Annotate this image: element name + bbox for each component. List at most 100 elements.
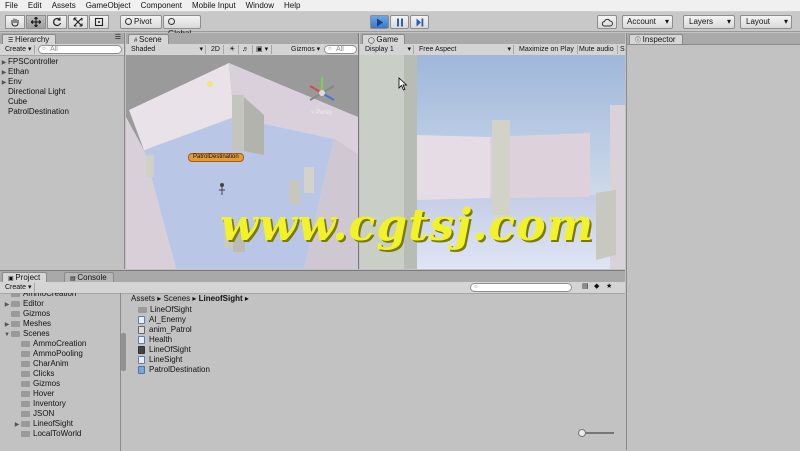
pivot-toggle[interactable]: Pivot [120,15,162,29]
scale-tool-button[interactable] [68,15,88,29]
file-item[interactable]: PatrolDestination [138,365,338,375]
rotate-tool-button[interactable] [47,15,67,29]
expand-arrow-icon[interactable]: ▶ [3,300,11,310]
breadcrumb-lineofsight[interactable]: LineofSight [199,294,243,303]
hierarchy-create-dropdown[interactable]: Create ▾ [2,45,36,54]
list-item-label: FPSController [8,57,59,66]
file-item-label: PatrolDestination [149,365,210,374]
file-item[interactable]: Health [138,335,338,345]
global-toggle[interactable]: Global [163,15,201,38]
menu-mobile-input[interactable]: Mobile Input [187,0,241,12]
folder-icon [21,390,30,397]
tree-item[interactable]: JSON [0,409,120,419]
tree-item[interactable]: Hover [0,389,120,399]
menu-component[interactable]: Component [136,0,187,12]
icon-size-slider-thumb[interactable] [578,429,586,437]
display-dropdown[interactable]: Display 1 ▾ [362,45,414,54]
menu-file[interactable]: File [0,0,23,12]
filter-by-label-icon[interactable]: ◆ [594,282,599,290]
tab-scene[interactable]: # Scene [128,34,169,44]
filter-by-type-icon[interactable]: ▤ [582,282,589,290]
speaker-icon: ♬ [242,46,249,53]
file-item[interactable]: LineOfSight [138,305,338,315]
breadcrumb-assets[interactable]: Assets [131,294,155,303]
tree-item[interactable]: ▶ Editor [0,299,120,309]
pause-button[interactable] [390,15,409,29]
tab-inspector[interactable]: ⓘ Inspector [629,34,683,44]
project-tab-label: Project [15,273,41,282]
panel-menu-icon[interactable]: ☰ [115,33,121,41]
list-item[interactable]: ▶ Env [0,77,124,87]
tree-item[interactable]: AmmoPooling [0,349,120,359]
tree-item[interactable]: ▶ Meshes [0,319,120,329]
expand-arrow-icon[interactable]: ▼ [3,330,11,340]
hierarchy-search-input[interactable]: All [38,45,122,54]
maximize-on-play-toggle[interactable]: Maximize on Play [516,45,578,54]
anim-file-icon [138,325,145,334]
list-item[interactable]: ▶ FPSController [0,57,124,67]
scene-search-input[interactable]: All [324,45,357,54]
hand-tool-button[interactable] [5,15,25,29]
breadcrumb-scenes[interactable]: Scenes [163,294,190,303]
tree-item[interactable]: Gizmos [0,379,120,389]
tree-item[interactable]: AmmoCreation [0,339,120,349]
aspect-label: Free Aspect [419,46,457,53]
tab-hierarchy[interactable]: ☰ Hierarchy [2,34,57,44]
project-search-input[interactable] [470,283,572,292]
mute-audio-toggle[interactable]: Mute audio [576,45,618,54]
effects-dropdown[interactable]: ▣ ▾ [253,45,273,54]
patrol-destination-label[interactable]: PatrolDestination [188,153,244,162]
layout-label: Layout [746,17,771,26]
file-item[interactable]: anim_Patrol [138,325,338,335]
step-button[interactable] [410,15,429,29]
tree-item-label: LineofSight [33,419,74,428]
file-item[interactable]: LineSight [138,355,338,365]
2d-toggle[interactable]: 2D [208,45,224,54]
aspect-dropdown[interactable]: Free Aspect ▾ [416,45,514,54]
project-create-dropdown[interactable]: Create ▾ [2,283,36,292]
tree-item[interactable]: CharAnim [0,359,120,369]
menu-gameobject[interactable]: GameObject [81,0,136,12]
menu-edit[interactable]: Edit [23,0,47,12]
file-item-label: LineSight [149,355,183,364]
play-button[interactable] [370,15,389,29]
tree-item[interactable]: LocalToWorld [0,429,120,439]
list-item[interactable]: Cube [0,97,124,107]
layers-label: Layers [689,17,714,26]
menu-help[interactable]: Help [279,0,305,12]
file-item[interactable]: AI_Enemy [138,315,338,325]
account-dropdown[interactable]: Account [622,15,673,29]
file-item[interactable]: LineOfSight [138,345,338,355]
tab-console[interactable]: ▤ Console [64,272,114,282]
tree-item[interactable]: ▼ Scenes [0,329,120,339]
lighting-toggle[interactable]: ☀ [226,45,240,54]
tree-item[interactable]: ▶ LineofSight [0,419,120,429]
tree-item[interactable]: Clicks [0,369,120,379]
tab-game[interactable]: ◯ Game [362,34,406,44]
rect-tool-button[interactable] [89,15,109,29]
list-item[interactable]: ▶ Ethan [0,67,124,77]
layout-dropdown[interactable]: Layout [740,15,792,29]
watermark-text: www.cgtsj.com [220,200,595,251]
menu-window[interactable]: Window [241,0,279,12]
tree-item[interactable]: Inventory [0,399,120,409]
tree-item[interactable]: Gizmos [0,309,120,319]
tree-scrollbar-thumb[interactable] [121,333,126,371]
expand-arrow-icon[interactable]: ▶ [3,320,11,330]
list-item[interactable]: PatrolDestination [0,107,124,117]
maximize-label: Maximize on Play [519,46,574,53]
gizmos-dropdown[interactable]: Gizmos ▾ [288,45,323,54]
expand-arrow-icon[interactable]: ▶ [13,420,21,430]
persp-label[interactable]: < Persp [311,110,332,116]
shading-mode-dropdown[interactable]: Shaded ▾ [128,45,206,54]
scene-file-icon [138,345,145,354]
tab-project[interactable]: ▣ Project [2,272,48,282]
layers-dropdown[interactable]: Layers [683,15,735,29]
move-tool-button[interactable] [26,15,46,29]
list-item-label: Env [8,77,22,86]
menu-assets[interactable]: Assets [47,0,81,12]
favorite-star-icon[interactable]: ★ [606,282,612,290]
list-item[interactable]: Directional Light [0,87,124,97]
audio-toggle[interactable]: ♬ [239,45,253,54]
cloud-button[interactable] [597,15,617,29]
